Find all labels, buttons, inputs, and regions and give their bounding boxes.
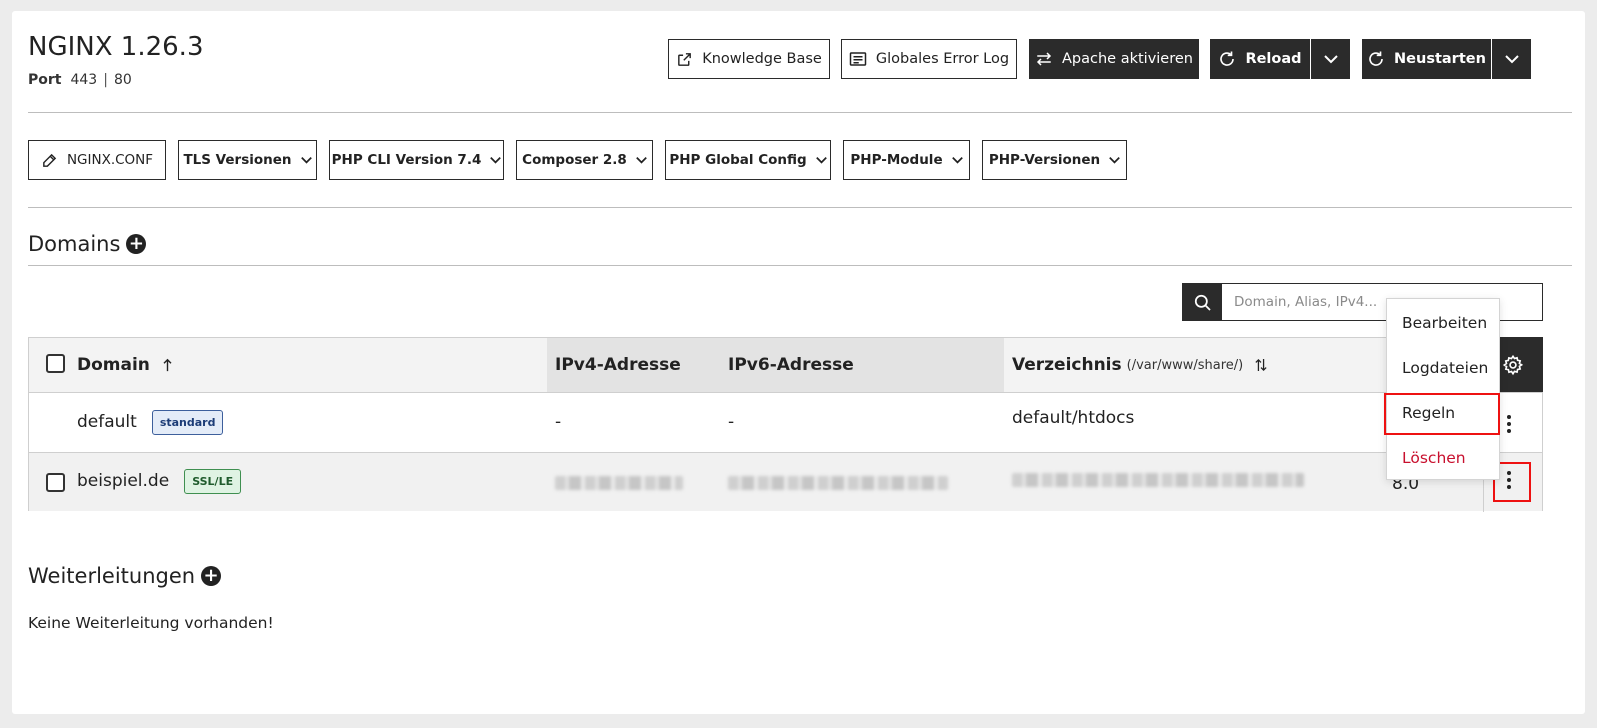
php-modules-label: PHP-Module bbox=[850, 152, 943, 168]
page-title: NGINX 1.26.3 bbox=[28, 32, 204, 62]
php-versions-button[interactable]: PHP-Versionen bbox=[982, 140, 1127, 180]
php-versions-label: PHP-Versionen bbox=[988, 152, 1101, 168]
row-checkbox[interactable] bbox=[46, 473, 65, 492]
column-directory[interactable]: Verzeichnis (/var/www/share/) bbox=[1012, 338, 1267, 392]
php-modules-button[interactable]: PHP-Module bbox=[843, 140, 970, 180]
port-label: Port bbox=[28, 72, 62, 88]
port-http: 80 bbox=[113, 72, 132, 88]
chevron-down-icon bbox=[1109, 157, 1120, 164]
column-ipv6-label: IPv6-Adresse bbox=[728, 355, 854, 375]
row-actions-icon[interactable] bbox=[1507, 471, 1511, 489]
select-all-checkbox[interactable] bbox=[46, 354, 65, 373]
row-context-menu: Bearbeiten Logdateien Regeln Löschen bbox=[1386, 298, 1500, 480]
php-global-config-label: PHP Global Config bbox=[669, 152, 807, 168]
ipv4-cell: - bbox=[555, 412, 562, 432]
port-separator: | bbox=[103, 72, 108, 88]
error-log-label: Globales Error Log bbox=[875, 51, 1010, 67]
refresh-icon bbox=[1220, 51, 1235, 66]
reload-label: Reload bbox=[1245, 51, 1302, 67]
nginx-conf-button[interactable]: NGINX.CONF bbox=[28, 140, 166, 180]
external-link-icon bbox=[678, 52, 692, 66]
sort-asc-icon bbox=[163, 358, 172, 372]
column-directory-label: Verzeichnis bbox=[1012, 355, 1122, 375]
tls-versions-button[interactable]: TLS Versionen bbox=[178, 140, 317, 180]
divider bbox=[28, 112, 1572, 113]
ssl-badge: SSL/LE bbox=[184, 468, 242, 494]
reload-button[interactable]: Reload bbox=[1210, 39, 1310, 79]
port-info: Port 443 | 80 bbox=[28, 72, 132, 88]
apache-activate-button[interactable]: Apache aktivieren bbox=[1029, 39, 1199, 79]
add-domain-icon[interactable]: + bbox=[126, 234, 147, 254]
ipv6-redacted bbox=[728, 476, 948, 490]
menu-item-delete[interactable]: Löschen bbox=[1387, 437, 1499, 479]
domains-heading: Domains + bbox=[28, 232, 147, 256]
domain-name[interactable]: beispiel.de bbox=[77, 471, 169, 491]
chevron-down-icon bbox=[636, 157, 647, 164]
ipv4-redacted bbox=[555, 476, 683, 490]
knowledge-base-button[interactable]: Knowledge Base bbox=[668, 39, 830, 79]
php-cli-version-button[interactable]: PHP CLI Version 7.4 bbox=[329, 140, 504, 180]
column-ipv4-label: IPv4-Adresse bbox=[555, 355, 681, 375]
divider bbox=[28, 207, 1572, 208]
chevron-down-icon bbox=[951, 157, 963, 164]
redirects-empty-text: Keine Weiterleitung vorhanden! bbox=[28, 614, 274, 632]
ipv6-cell: - bbox=[728, 412, 735, 432]
divider bbox=[28, 265, 1572, 266]
search-icon bbox=[1194, 294, 1211, 311]
restart-dropdown-button[interactable] bbox=[1492, 39, 1531, 79]
chevron-down-icon bbox=[1504, 55, 1519, 64]
knowledge-base-label: Knowledge Base bbox=[702, 51, 822, 67]
composer-label: Composer 2.8 bbox=[522, 152, 627, 168]
column-domain[interactable]: Domain bbox=[77, 338, 173, 392]
log-icon bbox=[849, 52, 867, 66]
rules-highlight bbox=[1384, 393, 1500, 435]
table-row: beispiel.de SSL/LE 8.0 bbox=[29, 452, 1542, 512]
domain-name[interactable]: default bbox=[77, 412, 137, 432]
redirects-heading: Weiterleitungen + bbox=[28, 564, 222, 588]
table-header: Domain IPv4-Adresse IPv6-Adresse Verzeic… bbox=[29, 338, 1542, 392]
pencil-icon bbox=[43, 153, 57, 167]
directory-cell: default/htdocs bbox=[1012, 408, 1135, 428]
reload-dropdown-button[interactable] bbox=[1311, 39, 1350, 79]
column-ipv6: IPv6-Adresse bbox=[728, 338, 854, 392]
tls-versions-label: TLS Versionen bbox=[183, 152, 292, 168]
php-global-config-button[interactable]: PHP Global Config bbox=[665, 140, 831, 180]
refresh-icon bbox=[1369, 51, 1383, 66]
column-directory-hint: (/var/www/share/) bbox=[1126, 357, 1244, 373]
restart-button[interactable]: Neustarten bbox=[1362, 39, 1491, 79]
restart-label: Neustarten bbox=[1394, 51, 1486, 67]
error-log-button[interactable]: Globales Error Log bbox=[841, 39, 1017, 79]
table-row: default standard - - default/htdocs bbox=[29, 392, 1542, 453]
domain-cell: beispiel.de SSL/LE bbox=[77, 466, 242, 496]
redirects-title: Weiterleitungen bbox=[28, 564, 196, 588]
menu-item-edit[interactable]: Bearbeiten bbox=[1387, 302, 1499, 344]
nginx-conf-label: NGINX.CONF bbox=[66, 152, 154, 168]
row-actions-icon[interactable] bbox=[1507, 415, 1511, 433]
column-domain-label: Domain bbox=[77, 355, 150, 375]
standard-badge: standard bbox=[151, 409, 224, 435]
composer-button[interactable]: Composer 2.8 bbox=[516, 140, 653, 180]
gear-icon bbox=[1502, 354, 1524, 375]
switch-arrows-icon bbox=[1036, 52, 1052, 66]
chevron-down-icon bbox=[815, 157, 827, 164]
add-redirect-icon[interactable]: + bbox=[201, 566, 222, 586]
port-https: 443 bbox=[70, 72, 98, 88]
php-cli-version-label: PHP CLI Version 7.4 bbox=[331, 152, 482, 168]
menu-item-logs[interactable]: Logdateien bbox=[1387, 347, 1499, 389]
domains-title: Domains bbox=[28, 232, 121, 256]
domains-table: Domain IPv4-Adresse IPv6-Adresse Verzeic… bbox=[28, 337, 1543, 512]
search-button[interactable] bbox=[1182, 283, 1222, 321]
apache-activate-label: Apache aktivieren bbox=[1062, 51, 1193, 67]
sort-icon bbox=[1255, 358, 1267, 372]
domain-cell: default standard bbox=[77, 407, 224, 437]
directory-redacted bbox=[1012, 473, 1304, 487]
chevron-down-icon bbox=[300, 157, 312, 164]
column-ipv4: IPv4-Adresse bbox=[555, 338, 681, 392]
chevron-down-icon bbox=[490, 157, 502, 164]
chevron-down-icon bbox=[1323, 55, 1338, 64]
